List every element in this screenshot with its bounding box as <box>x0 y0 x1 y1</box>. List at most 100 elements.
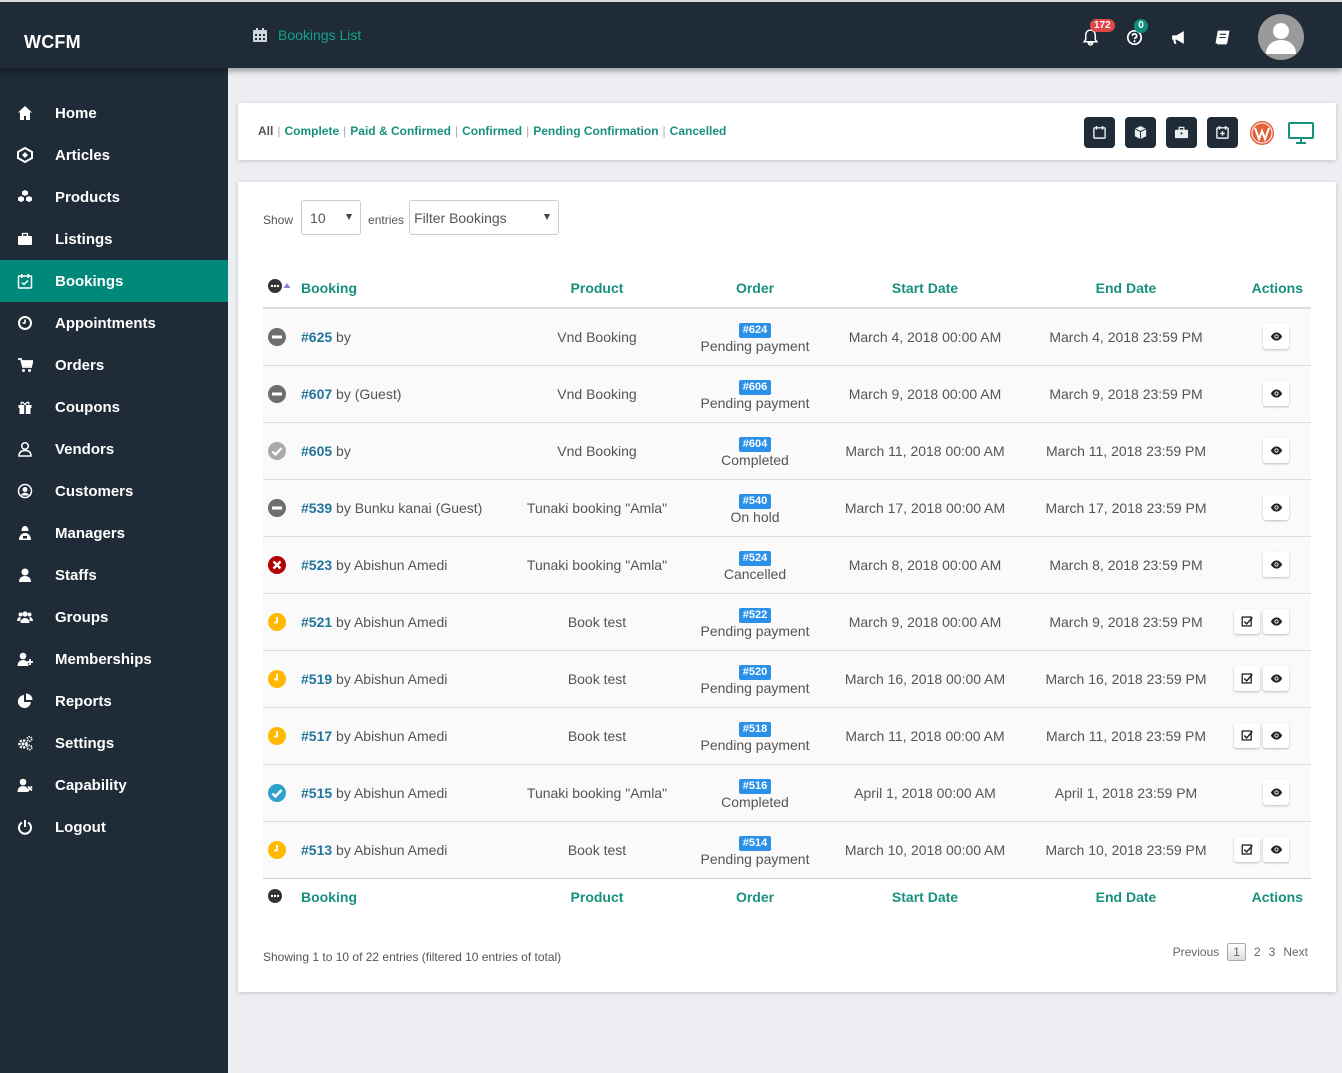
sidebar-item-logout[interactable]: Logout <box>0 806 228 848</box>
sidebar-item-label: Capability <box>55 776 127 794</box>
notifications-button[interactable]: 172 <box>1068 15 1115 59</box>
sidebar-item-articles[interactable]: Articles <box>0 134 228 176</box>
knowledgebase-button[interactable] <box>1200 15 1244 59</box>
sidebar-item-label: Bookings <box>55 272 124 290</box>
order-cell: #522 Pending payment <box>683 593 827 651</box>
view-booking-button[interactable] <box>1263 609 1289 634</box>
order-link[interactable]: #518 <box>738 721 772 737</box>
sidebar-item-bookings[interactable]: Bookings <box>0 260 228 302</box>
booking-customer: by <box>336 442 351 459</box>
filter-paid-confirmed[interactable]: Paid & Confirmed <box>350 124 451 138</box>
booking-link[interactable]: #515 <box>301 785 332 801</box>
filter-bookings-select[interactable]: Filter Bookings <box>409 200 560 235</box>
start-date-column-header[interactable]: Start Date <box>827 268 1023 309</box>
mark-confirmed-button[interactable] <box>1234 609 1260 634</box>
actions-cell <box>1229 821 1311 878</box>
end-date-column-header[interactable]: End Date <box>1023 268 1229 309</box>
filter-cancelled[interactable]: Cancelled <box>670 124 727 138</box>
cogs-icon <box>16 734 34 752</box>
mark-confirmed-button[interactable] <box>1234 666 1260 691</box>
enquiries-button[interactable]: 0 <box>1112 15 1156 59</box>
order-link[interactable]: #604 <box>738 436 772 452</box>
sidebar-item-managers[interactable]: Managers <box>0 512 228 554</box>
sidebar-item-listings[interactable]: Listings <box>0 218 228 260</box>
view-booking-button[interactable] <box>1263 666 1289 691</box>
order-link[interactable]: #516 <box>738 778 772 794</box>
resources-button[interactable] <box>1125 117 1156 148</box>
pagination-previous[interactable]: Previous <box>1173 945 1220 959</box>
order-link[interactable]: #606 <box>738 379 772 395</box>
booking-cell: #521 by Abishun Amedi <box>301 593 511 651</box>
booking-link[interactable]: #519 <box>301 671 332 687</box>
view-booking-button[interactable] <box>1263 381 1289 406</box>
filter-all[interactable]: All <box>258 124 273 138</box>
order-cell: #624 Pending payment <box>683 308 827 366</box>
booking-link[interactable]: #539 <box>301 500 332 516</box>
sidebar-item-capability[interactable]: Capability <box>0 764 228 806</box>
sidebar-item-settings[interactable]: Settings <box>0 722 228 764</box>
booking-link[interactable]: #521 <box>301 614 332 630</box>
entries-per-page-select[interactable]: 10 <box>301 200 362 235</box>
user-avatar[interactable] <box>1258 14 1304 60</box>
complete-status-icon <box>268 441 286 460</box>
listings-button[interactable] <box>1166 117 1197 148</box>
booking-link[interactable]: #523 <box>301 557 332 573</box>
view-booking-button[interactable] <box>1263 723 1289 748</box>
sidebar-item-home[interactable]: Home <box>0 92 228 134</box>
actions-cell <box>1229 593 1311 651</box>
order-link[interactable]: #520 <box>738 664 772 680</box>
filter-confirmed[interactable]: Confirmed <box>462 124 522 138</box>
view-booking-button[interactable] <box>1263 495 1289 520</box>
booking-link[interactable]: #517 <box>301 728 332 744</box>
order-link[interactable]: #514 <box>738 835 772 851</box>
filter-complete[interactable]: Complete <box>284 124 339 138</box>
mark-confirmed-button[interactable] <box>1234 723 1260 748</box>
sidebar-item-appointments[interactable]: Appointments <box>0 302 228 344</box>
calendar-view-button[interactable] <box>1084 117 1115 148</box>
start-date-cell: March 9, 2018 00:00 AM <box>827 365 1023 423</box>
mark-confirmed-button[interactable] <box>1234 837 1260 862</box>
pagination-page-2[interactable]: 2 <box>1254 945 1261 959</box>
desktop-view-button[interactable] <box>1286 118 1316 148</box>
booking-column-header[interactable]: Booking <box>301 268 511 309</box>
brand-logo[interactable]: WCFM <box>24 32 81 53</box>
pagination-page-3[interactable]: 3 <box>1269 945 1276 959</box>
booking-link[interactable]: #625 <box>301 329 332 345</box>
filter-pending-confirmation[interactable]: Pending Confirmation <box>533 124 658 138</box>
product-column-header[interactable]: Product <box>511 268 683 309</box>
add-booking-button[interactable] <box>1207 117 1238 148</box>
order-column-header[interactable]: Order <box>683 268 827 309</box>
confirmed-status-icon <box>268 783 286 802</box>
sidebar-item-label: Products <box>55 188 121 206</box>
sidebar-item-memberships[interactable]: Memberships <box>0 638 228 680</box>
start-date-cell: March 17, 2018 00:00 AM <box>827 479 1023 537</box>
view-booking-button[interactable] <box>1263 324 1289 350</box>
booking-link[interactable]: #605 <box>301 443 332 459</box>
sidebar-item-coupons[interactable]: Coupons <box>0 386 228 428</box>
booking-link[interactable]: #513 <box>301 842 332 858</box>
view-booking-button[interactable] <box>1263 438 1289 463</box>
order-link[interactable]: #522 <box>738 607 772 623</box>
view-booking-button[interactable] <box>1263 780 1289 805</box>
order-cell: #524 Cancelled <box>683 536 827 594</box>
order-link[interactable]: #540 <box>738 493 772 509</box>
sidebar-item-customers[interactable]: Customers <box>0 470 228 512</box>
wordpress-admin-button[interactable] <box>1248 119 1276 147</box>
sidebar-item-reports[interactable]: Reports <box>0 680 228 722</box>
order-status: Completed <box>721 793 789 810</box>
booking-link[interactable]: #607 <box>301 386 332 402</box>
sidebar-item-products[interactable]: Products <box>0 176 228 218</box>
view-booking-button[interactable] <box>1263 837 1289 862</box>
pagination-page-1[interactable]: 1 <box>1227 943 1246 961</box>
order-link[interactable]: #524 <box>738 550 772 566</box>
sidebar-item-groups[interactable]: Groups <box>0 596 228 638</box>
pagination-next[interactable]: Next <box>1283 945 1308 959</box>
sidebar-item-vendors[interactable]: Vendors <box>0 428 228 470</box>
status-column-header[interactable] <box>263 268 301 309</box>
sidebar-item-orders[interactable]: Orders <box>0 344 228 386</box>
view-booking-button[interactable] <box>1263 552 1289 577</box>
sidebar-item-staffs[interactable]: Staffs <box>0 554 228 596</box>
order-link[interactable]: #624 <box>738 322 772 338</box>
announcements-button[interactable] <box>1156 15 1200 59</box>
user-plus-icon <box>16 650 34 668</box>
